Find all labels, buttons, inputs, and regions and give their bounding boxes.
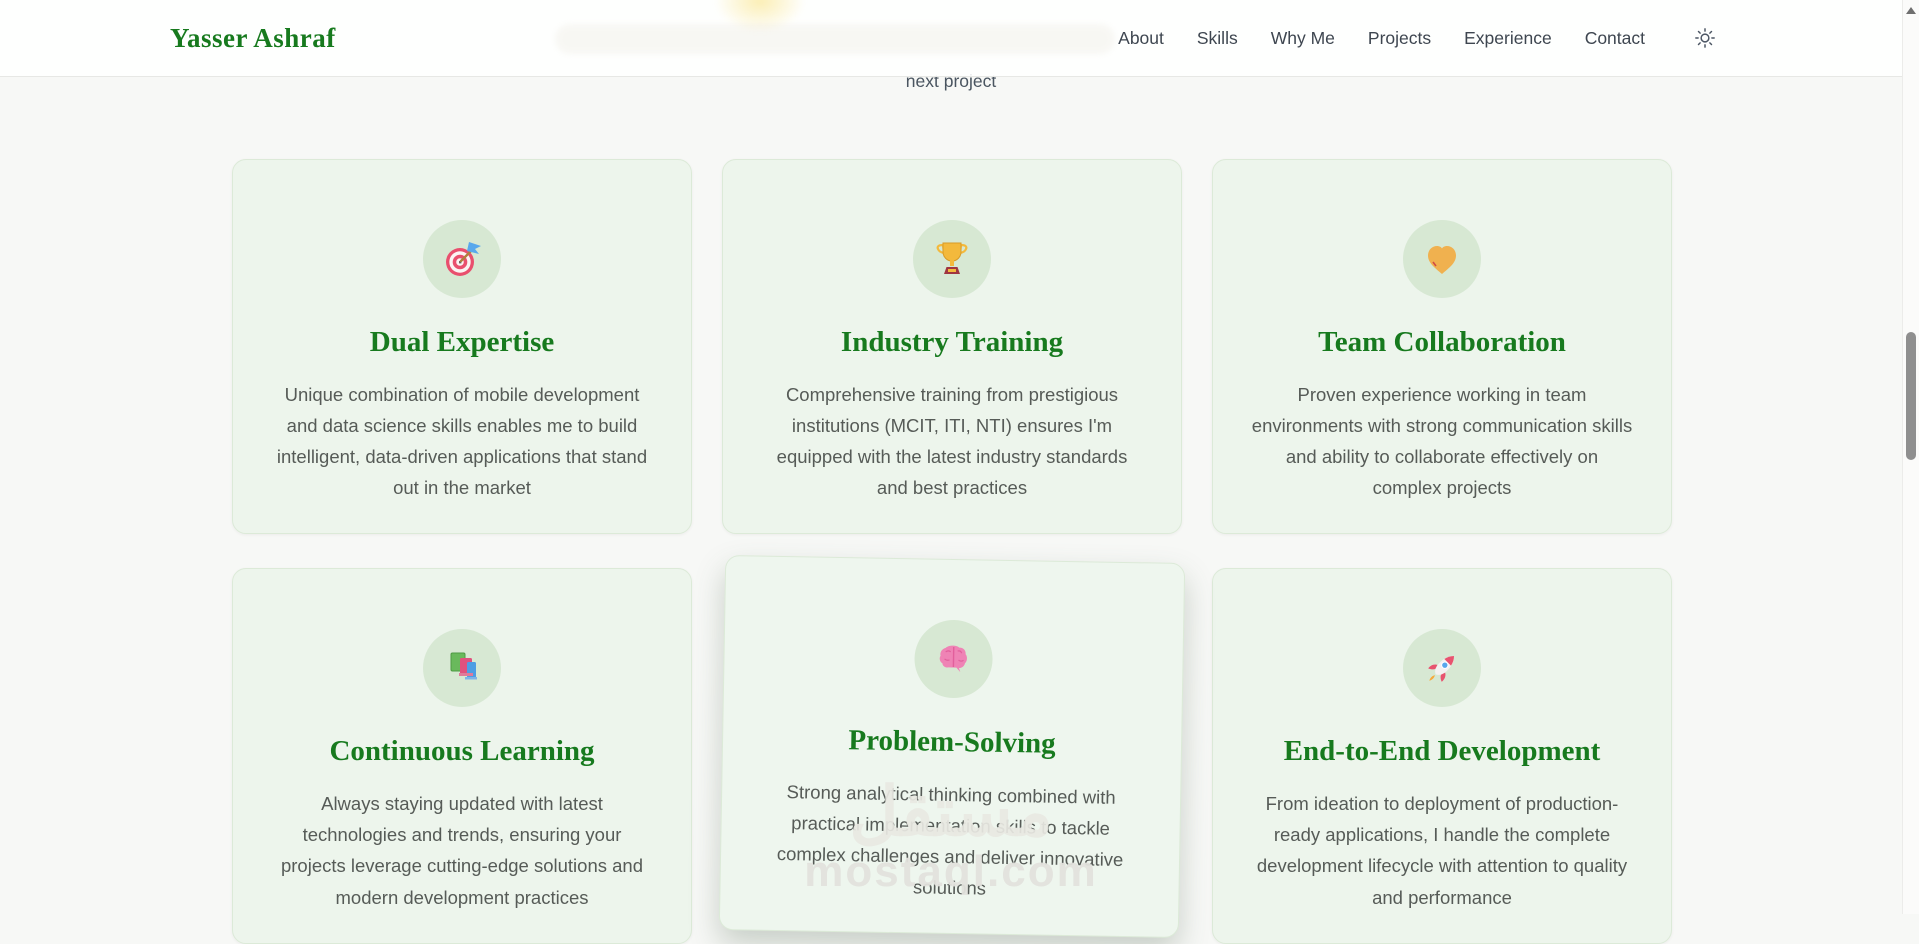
blurred-background-content [555,24,1115,54]
card-problem-solving: Problem-Solving Strong analytical thinki… [718,555,1186,939]
card-end-to-end-development: End-to-End Development From ideation to … [1212,568,1672,944]
brain-icon [932,638,975,681]
scroll-up-arrow-icon[interactable] [1906,7,1916,14]
card-title: Industry Training [840,326,1064,358]
books-icon [441,647,483,689]
rocket-icon [1421,647,1463,689]
card-icon-circle [913,220,991,298]
site-header: Yasser Ashraf About Skills Why Me Projec… [0,0,1902,77]
nav-link-skills[interactable]: Skills [1197,28,1238,49]
scrollbar-thumb[interactable] [1906,332,1916,460]
nav-link-why-me[interactable]: Why Me [1271,28,1335,49]
card-title: Team Collaboration [1318,326,1566,358]
main-nav: About Skills Why Me Projects Experience … [1118,23,1720,53]
card-description: Comprehensive training from prestigious … [776,384,1128,499]
why-me-cards-grid: Dual Expertise Unique combination of mob… [232,159,1672,944]
card-description: Always staying updated with latest techn… [280,793,643,908]
trophy-icon [931,238,973,280]
nav-link-contact[interactable]: Contact [1585,28,1645,49]
card-icon-circle [1403,629,1481,708]
vertical-scrollbar[interactable] [1902,0,1919,914]
card-description: From ideation to deployment of productio… [1256,793,1628,908]
blurred-emoji-glow [715,0,805,32]
card-icon-circle [913,619,994,700]
card-title: Dual Expertise [369,326,555,358]
nav-link-experience[interactable]: Experience [1464,28,1552,49]
card-title: Continuous Learning [329,735,595,768]
brand-logo[interactable]: Yasser Ashraf [170,23,336,54]
sun-icon [1694,27,1716,49]
theme-toggle-button[interactable] [1690,23,1720,53]
card-description: Proven experience working in team enviro… [1251,384,1633,499]
card-title: End-to-End Development [1283,735,1601,768]
handshake-icon [1421,238,1463,280]
card-description: Unique combination of mobile development… [276,384,648,499]
card-continuous-learning: Continuous Learning Always staying updat… [232,568,692,944]
card-icon-circle [1403,220,1481,298]
target-icon [441,238,483,280]
card-description: Strong analytical thinking combined with… [776,781,1124,900]
nav-link-projects[interactable]: Projects [1368,28,1431,49]
card-industry-training: Industry Training Comprehensive training… [722,159,1182,535]
card-icon-circle [423,629,501,708]
card-title: Problem-Solving [848,724,1057,761]
card-icon-circle [423,220,501,298]
card-team-collaboration: Team Collaboration Proven experience wor… [1212,159,1672,535]
card-dual-expertise: Dual Expertise Unique combination of mob… [232,159,692,535]
nav-link-about[interactable]: About [1118,28,1164,49]
